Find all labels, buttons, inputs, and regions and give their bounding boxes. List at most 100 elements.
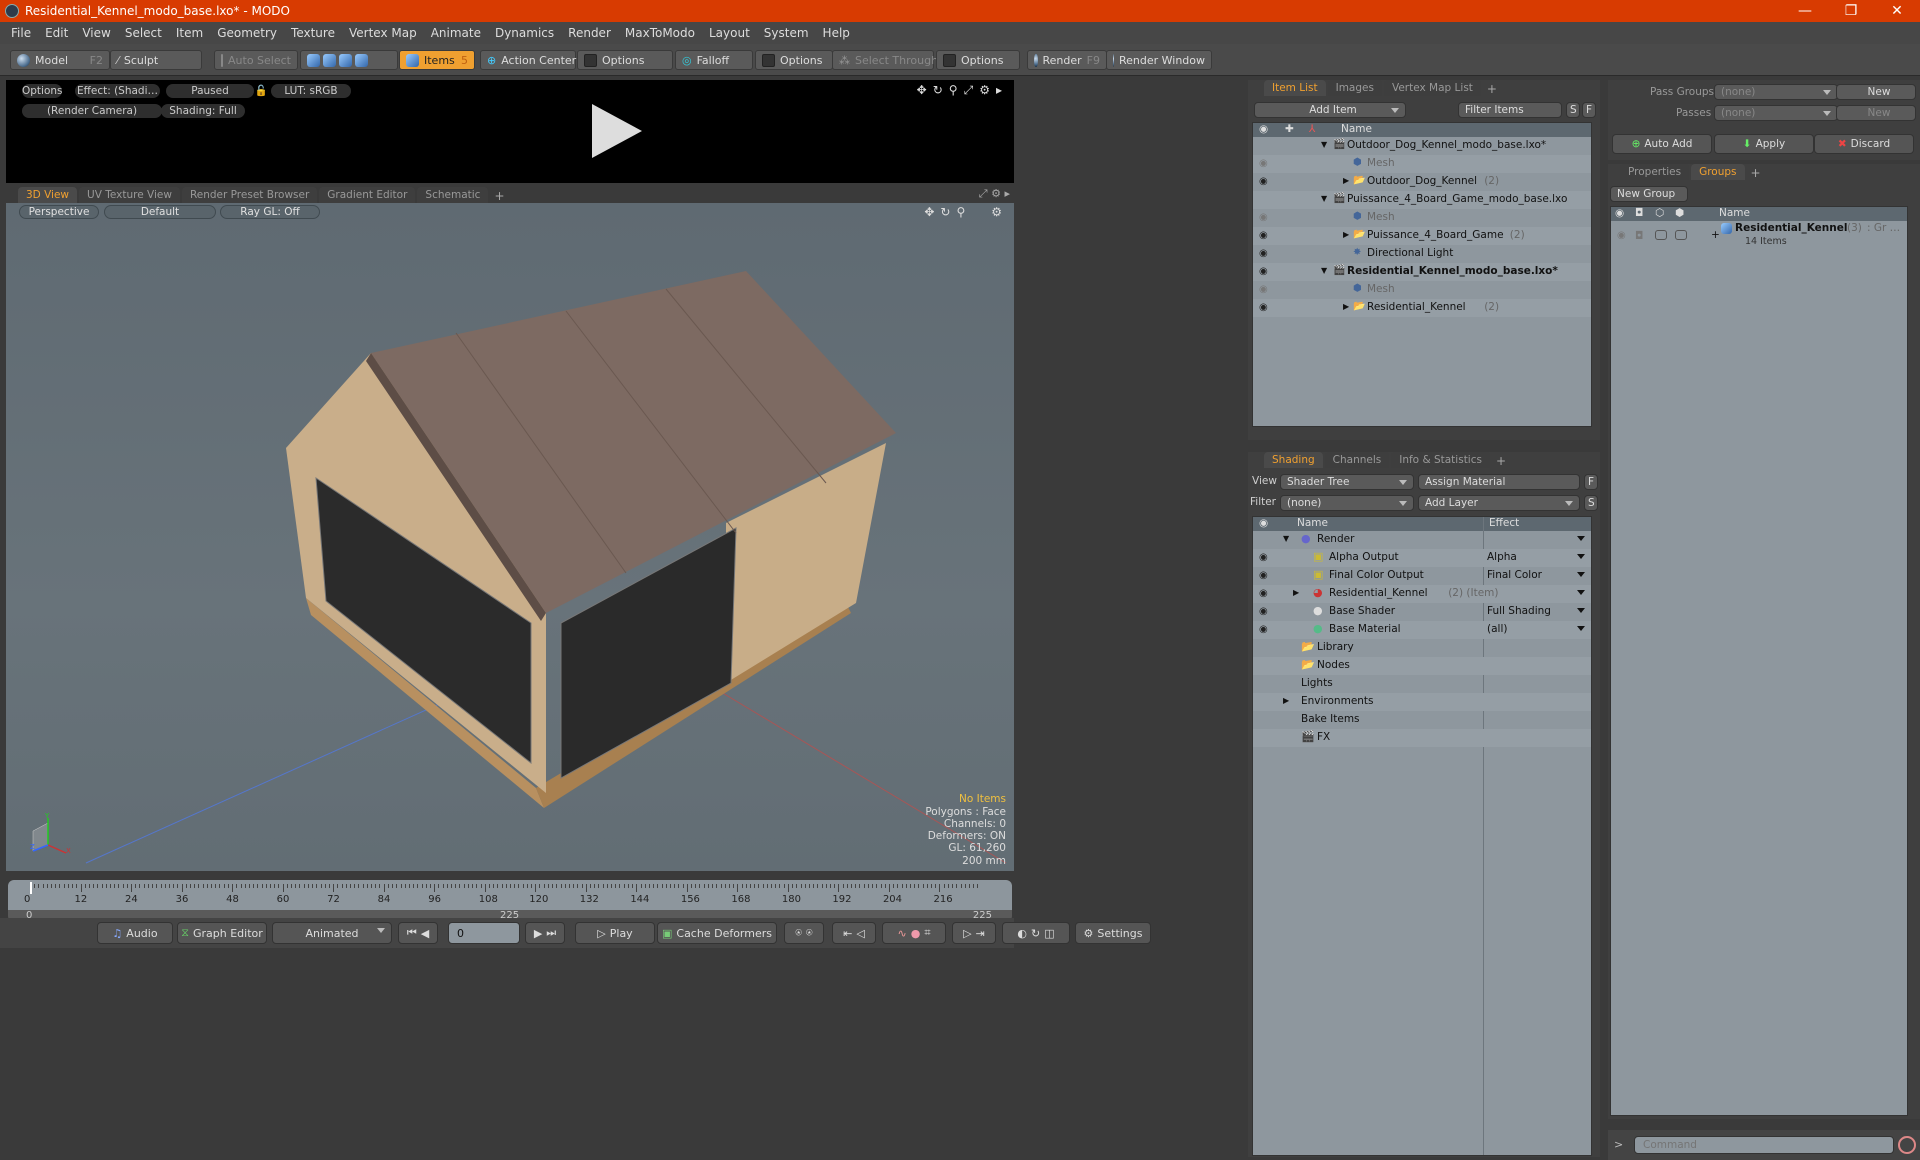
- auto-add-button[interactable]: ⊕ Auto Add: [1612, 134, 1712, 154]
- add-tab-button[interactable]: +: [1483, 82, 1501, 96]
- delete-key-icon[interactable]: ◐: [1017, 927, 1027, 940]
- visibility-eye-icon[interactable]: ◉: [1259, 176, 1272, 188]
- visibility-eye-icon[interactable]: ◉: [1259, 552, 1272, 564]
- menu-file[interactable]: File: [4, 26, 38, 40]
- gear-icon[interactable]: ⚙: [979, 83, 990, 98]
- collapse-arrow-icon[interactable]: ▼: [1283, 534, 1289, 543]
- filter-s-button[interactable]: S: [1566, 102, 1580, 118]
- discard-button[interactable]: ✖ Discard: [1814, 134, 1914, 154]
- visibility-eye-icon[interactable]: ◉: [1259, 284, 1272, 296]
- visibility-eye-icon[interactable]: ◉: [1259, 212, 1272, 224]
- auto-select-button[interactable]: Auto Select: [214, 50, 298, 70]
- passes-dropdown[interactable]: (none): [1714, 105, 1838, 121]
- key-up-icon[interactable]: ⍟: [795, 926, 802, 940]
- 3d-viewport[interactable]: Perspective Default Ray GL: Off ✥ ↻ ⚲ ⚙: [6, 203, 1014, 871]
- visibility-eye-icon[interactable]: ◉: [1259, 570, 1272, 582]
- shading-dropdown[interactable]: Shading: Full: [161, 104, 245, 118]
- add-tab-button[interactable]: +: [1747, 166, 1765, 180]
- item-row[interactable]: ◉ ⬢ Mesh: [1253, 281, 1591, 299]
- key-down-icon[interactable]: ⍟: [806, 926, 813, 940]
- shader-row[interactable]: 🎬 FX: [1253, 729, 1591, 747]
- audio-button[interactable]: ♫ Audio: [97, 922, 173, 944]
- polygons-mode-icon[interactable]: [339, 53, 352, 67]
- new-pass-group-button[interactable]: New: [1836, 84, 1916, 100]
- lock-icon[interactable]: 🔓: [254, 84, 268, 98]
- key-nav-next[interactable]: ▷ ⇥: [952, 922, 996, 944]
- tab-uv-texture-view[interactable]: UV Texture View: [79, 187, 180, 203]
- menu-dynamics[interactable]: Dynamics: [488, 26, 561, 40]
- settings-button[interactable]: ⚙ Settings: [1075, 922, 1151, 944]
- shader-row[interactable]: ◉ ● Base Shader Full Shading: [1253, 603, 1591, 621]
- tab-item-list[interactable]: Item List: [1264, 80, 1326, 96]
- menu-item[interactable]: Item: [169, 26, 210, 40]
- next-key-icon[interactable]: ▷: [963, 927, 971, 940]
- prev-key2-icon[interactable]: ◁: [856, 927, 864, 940]
- materials-mode-icon[interactable]: [355, 53, 368, 67]
- step-back-icon[interactable]: ◀: [421, 927, 429, 940]
- visibility-eye-icon[interactable]: ◉: [1259, 230, 1272, 242]
- expand-arrow-icon[interactable]: ▸: [996, 83, 1002, 98]
- visibility-eye-icon[interactable]: ◉: [1259, 266, 1272, 278]
- select-through-options-button[interactable]: Options: [936, 50, 1020, 70]
- play-button[interactable]: ▷ Play: [575, 922, 655, 944]
- filter-items-input[interactable]: Filter Items: [1458, 102, 1562, 118]
- key-import-controls[interactable]: ⍟ ⍟: [784, 922, 824, 944]
- record-key-icon[interactable]: ●: [911, 927, 921, 940]
- select-through-button[interactable]: ⁂ Select Through: [832, 50, 938, 70]
- render-window-button[interactable]: Render Window: [1106, 50, 1212, 70]
- tab-3d-view[interactable]: 3D View: [18, 187, 78, 203]
- maximize-button[interactable]: ❐: [1828, 3, 1874, 19]
- action-center-options-button[interactable]: Options: [577, 50, 673, 70]
- maximize-icon[interactable]: ⤢: [979, 187, 988, 200]
- key-nav-prev[interactable]: ⇤ ◁: [832, 922, 876, 944]
- shader-row[interactable]: ◉ ● Base Material (all): [1253, 621, 1591, 639]
- shader-row[interactable]: ◉ ▣ Final Color Output Final Color: [1253, 567, 1591, 585]
- item-row[interactable]: ◉ ⬢ Mesh: [1253, 209, 1591, 227]
- vertices-mode-icon[interactable]: [307, 53, 320, 67]
- item-row[interactable]: ◉ ▶ 📂 Puissance_4_Board_Game (2): [1253, 227, 1591, 245]
- minimize-button[interactable]: —: [1782, 3, 1828, 19]
- item-row[interactable]: ◉ ▶ 📂 Residential_Kennel (2): [1253, 299, 1591, 317]
- effect-dropdown-arrow[interactable]: [1577, 536, 1585, 541]
- add-layer-dropdown[interactable]: Add Layer: [1418, 495, 1580, 511]
- effect-dropdown-arrow[interactable]: [1577, 572, 1585, 577]
- animation-mode-dropdown[interactable]: Animated: [272, 922, 392, 944]
- visibility-eye-icon[interactable]: ◉: [1259, 302, 1272, 314]
- visibility-eye-icon[interactable]: ◉: [1259, 606, 1272, 618]
- new-pass-button[interactable]: New: [1836, 105, 1916, 121]
- item-row[interactable]: ▼ 🎬 Puissance_4_Board_Game_modo_base.lxo: [1253, 191, 1591, 209]
- item-row[interactable]: ▼ 🎬 Outdoor_Dog_Kennel_modo_base.lxo*: [1253, 137, 1591, 155]
- sculpt-mode-button[interactable]: ⁄ Sculpt: [110, 50, 202, 70]
- key-channels-icon[interactable]: ⌗: [924, 926, 930, 940]
- loop-key-icon[interactable]: ↻: [1031, 927, 1040, 940]
- group-row[interactable]: ◉ ◘ + Residential_Kennel (3) : Gr … 14 I…: [1611, 221, 1907, 253]
- gear-icon[interactable]: ⚙: [991, 187, 1001, 200]
- close-button[interactable]: ✕: [1874, 3, 1920, 19]
- lock-toggle[interactable]: [1655, 230, 1667, 240]
- item-row[interactable]: ◉ ▶ 📂 Outdoor_Dog_Kennel (2): [1253, 173, 1591, 191]
- menu-layout[interactable]: Layout: [702, 26, 757, 40]
- falloff-button[interactable]: ◎ Falloff: [675, 50, 753, 70]
- expand-arrow-icon[interactable]: ▶: [1283, 696, 1289, 705]
- collapse-arrow-icon[interactable]: ▼: [1321, 194, 1327, 203]
- assign-material-button[interactable]: Assign Material: [1418, 474, 1580, 490]
- add-tab-button[interactable]: +: [490, 189, 508, 203]
- play-preview-icon[interactable]: [592, 104, 642, 158]
- zoom-icon[interactable]: ⚲: [949, 83, 958, 98]
- view-dropdown[interactable]: Shader Tree: [1280, 474, 1414, 490]
- menu-geometry[interactable]: Geometry: [210, 26, 284, 40]
- menu-select[interactable]: Select: [118, 26, 169, 40]
- visibility-eye-icon[interactable]: ◉: [1259, 248, 1272, 260]
- preview-options-button[interactable]: Options: [22, 84, 62, 98]
- key-tools[interactable]: ◐ ↻ ◫: [1002, 922, 1070, 944]
- menu-maxtomodo[interactable]: MaxToModo: [618, 26, 702, 40]
- menu-animate[interactable]: Animate: [424, 26, 488, 40]
- shader-row[interactable]: ◉ ▶ ◕ Residential_Kennel (2) (Item): [1253, 585, 1591, 603]
- menu-edit[interactable]: Edit: [38, 26, 75, 40]
- expand-arrow-icon[interactable]: ▸: [1004, 187, 1010, 200]
- add-item-dropdown[interactable]: Add Item: [1254, 102, 1406, 118]
- shader-row[interactable]: Bake Items: [1253, 711, 1591, 729]
- skip-to-end-icon[interactable]: ⏭: [546, 926, 556, 940]
- key-marker-icon[interactable]: ◫: [1044, 927, 1054, 940]
- tab-render-preset-browser[interactable]: Render Preset Browser: [181, 187, 318, 203]
